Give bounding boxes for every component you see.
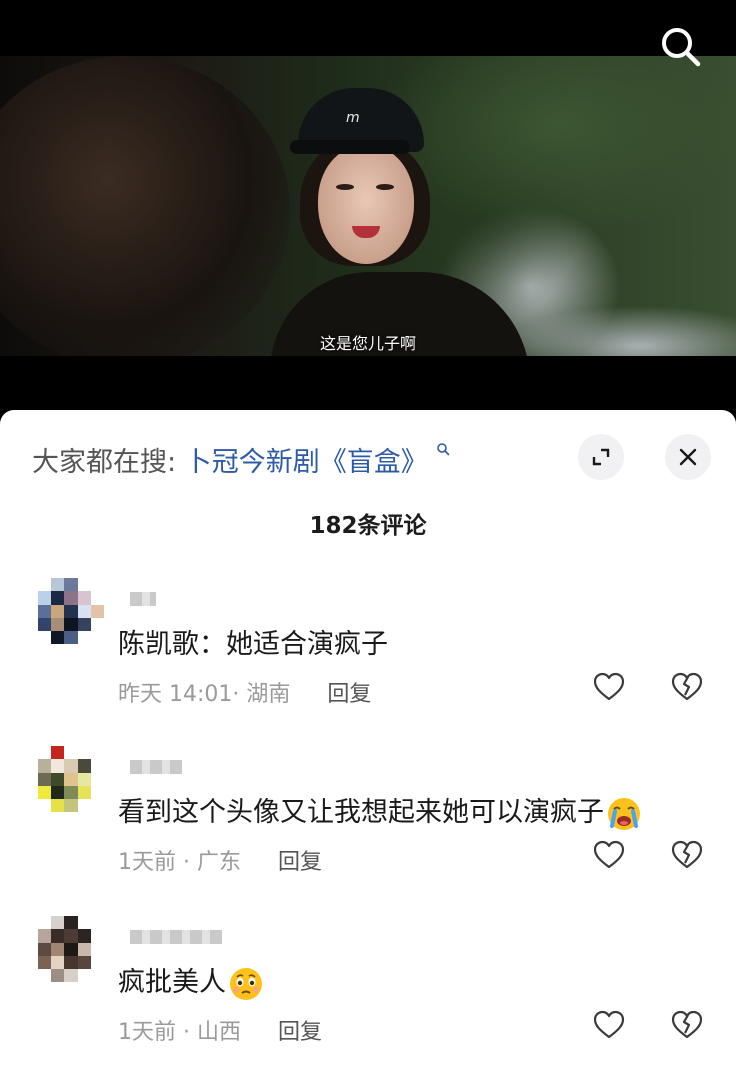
comment-text: 看到这个头像又让我想起来她可以演疯子 <box>118 790 642 832</box>
heart-icon <box>593 1010 625 1039</box>
username-blurred[interactable] <box>130 592 156 606</box>
meta-separator: · <box>176 850 197 875</box>
foreground-shoulder <box>0 56 290 356</box>
comment-text-content: 陈凯歌：她适合演疯子 <box>118 629 388 660</box>
comment-text: 疯批美人 <box>118 960 264 1002</box>
small-search-icon <box>437 443 450 456</box>
expand-button[interactable] <box>578 434 624 480</box>
avatar[interactable] <box>38 578 104 658</box>
comment-text-content: 疯批美人 <box>118 967 226 998</box>
expand-icon <box>592 448 610 466</box>
comment-time: 1天前 <box>118 1020 176 1045</box>
comment-item: 看到这个头像又让我想起来她可以演疯子 1天前 · 广东 回复 <box>0 746 736 906</box>
search-button[interactable] <box>656 22 704 70</box>
like-button[interactable] <box>592 670 626 704</box>
avatar[interactable] <box>38 916 104 996</box>
reply-button[interactable]: 回复 <box>278 850 322 875</box>
broken-heart-icon <box>671 672 703 701</box>
heart-icon <box>593 672 625 701</box>
video-subtitle: 这是您儿子啊 <box>319 334 416 353</box>
comment-location: 山西 <box>196 1020 241 1045</box>
comment-count: 182条评论 <box>309 513 427 539</box>
dislike-button[interactable] <box>670 670 704 704</box>
mouth <box>352 226 380 238</box>
close-icon <box>679 448 697 466</box>
reply-button[interactable]: 回复 <box>327 682 371 707</box>
broken-heart-icon <box>671 840 703 869</box>
right-eye <box>376 184 394 190</box>
actress-figure: m <box>270 76 550 356</box>
comment-location: 广东 <box>196 850 241 875</box>
trending-search-link[interactable]: 卜冠今新剧《盲盒》 <box>185 447 428 478</box>
comment-time: 昨天 14:01 <box>118 682 233 707</box>
video-player[interactable]: m 这是您儿子啊 <box>0 0 736 410</box>
loudly-crying-face-icon <box>608 797 640 830</box>
username-blurred[interactable] <box>130 930 222 944</box>
comment-location: 湖南 <box>246 682 291 707</box>
comment-meta: 昨天 14:01· 湖南 回复 <box>118 676 371 708</box>
comment-meta: 1天前 · 广东 回复 <box>118 844 322 876</box>
face-holding-back-tears-icon <box>230 967 262 1000</box>
left-eye <box>336 184 354 190</box>
meta-separator: · <box>176 1020 197 1045</box>
comment-time: 1天前 <box>118 850 176 875</box>
dislike-button[interactable] <box>670 838 704 872</box>
search-icon <box>662 28 701 67</box>
comment-item: 疯批美人 1天前 · 山西 回复 <box>0 916 736 1076</box>
comment-sheet: 大家都在搜: 卜冠今新剧《盲盒》 182条评论 陈凯歌：她适合演疯子 昨天 14… <box>0 410 736 1080</box>
dislike-button[interactable] <box>670 1008 704 1042</box>
video-frame[interactable]: m <box>0 56 736 356</box>
close-button[interactable] <box>665 434 711 480</box>
like-button[interactable] <box>592 838 626 872</box>
like-button[interactable] <box>592 1008 626 1042</box>
avatar[interactable] <box>38 746 104 826</box>
trending-search-bar[interactable]: 大家都在搜: 卜冠今新剧《盲盒》 <box>32 440 450 479</box>
cap-brim <box>290 140 410 154</box>
heart-icon <box>593 840 625 869</box>
cap-logo: m <box>346 110 360 126</box>
meta-separator: · <box>232 682 247 707</box>
comment-item: 陈凯歌：她适合演疯子 昨天 14:01· 湖南 回复 <box>0 578 736 738</box>
comment-meta: 1天前 · 山西 回复 <box>118 1014 322 1046</box>
comment-text: 陈凯歌：她适合演疯子 <box>118 622 388 661</box>
face <box>318 146 414 264</box>
broken-heart-icon <box>671 1010 703 1039</box>
username-blurred[interactable] <box>130 760 182 774</box>
reply-button[interactable]: 回复 <box>278 1020 322 1045</box>
trending-search-prefix: 大家都在搜: <box>32 447 177 478</box>
comment-text-content: 看到这个头像又让我想起来她可以演疯子 <box>118 797 604 828</box>
